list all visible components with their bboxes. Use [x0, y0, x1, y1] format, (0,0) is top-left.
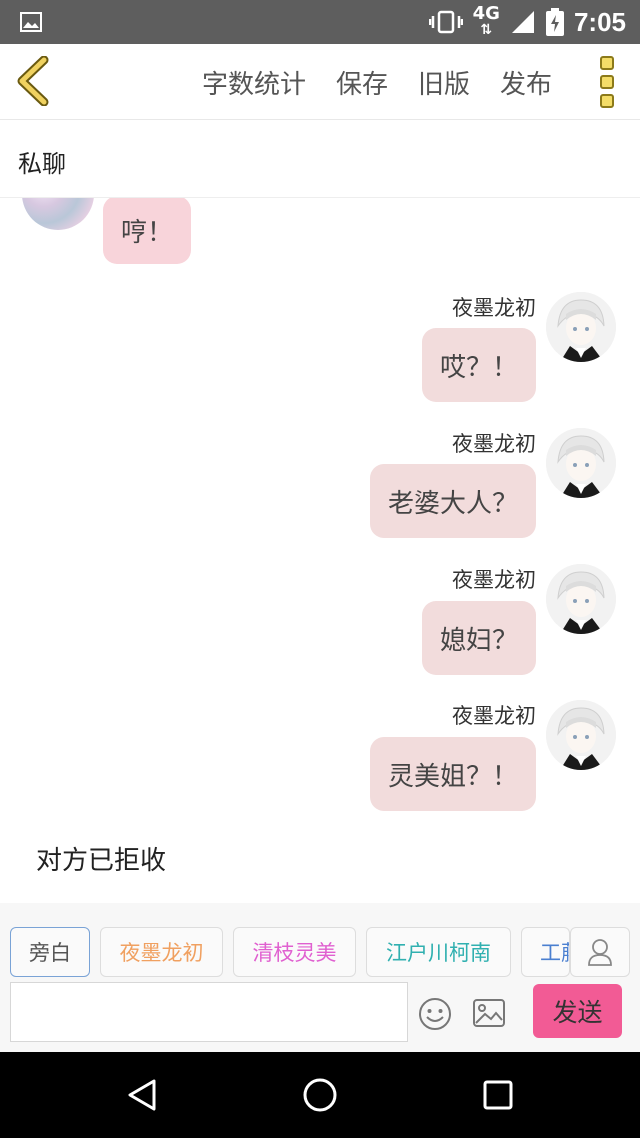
save-button[interactable]: 保存 — [336, 64, 388, 101]
message-text: 老婆大人？ — [387, 488, 518, 519]
sender-name: 夜墨龙初 — [452, 568, 536, 592]
network-type: 4G — [472, 3, 500, 24]
word-count-button[interactable]: 字数统计 — [202, 64, 306, 101]
role-label: 工藤 — [540, 941, 569, 965]
message-list[interactable]: 哼！ 夜墨龙初 哎？！ 夜墨龙初 老婆大人？ 夜墨龙初 媳妇？ 夜墨龙初 灵美姐… — [0, 198, 640, 903]
clock: 7:05 — [573, 6, 626, 37]
system-message: 对方已拒收 — [36, 846, 167, 876]
gallery-icon — [20, 12, 42, 32]
input-bar: 发送 — [0, 980, 640, 1052]
message-bubble[interactable]: 哎？！ — [421, 328, 536, 402]
message-bubble[interactable]: 灵美姐？！ — [369, 737, 536, 811]
image-icon[interactable] — [472, 998, 506, 1028]
message-text: 媳妇？ — [439, 625, 518, 656]
status-bar: 4G ⇅ 7:05 — [0, 0, 640, 44]
message-input[interactable] — [10, 982, 408, 1042]
role-label: 旁白 — [29, 941, 71, 965]
message-bubble[interactable]: 老婆大人？ — [369, 464, 536, 538]
back-triangle-icon[interactable] — [126, 1078, 158, 1112]
chevron-left-icon[interactable] — [14, 56, 54, 106]
role-chip[interactable]: 江户川柯南 — [366, 927, 511, 977]
role-chip[interactable]: 清枝灵美 — [233, 927, 356, 977]
signal-icon — [511, 11, 534, 33]
avatar[interactable] — [546, 292, 616, 362]
system-navigation-bar — [0, 1052, 640, 1138]
person-icon — [588, 939, 612, 966]
role-chip[interactable]: 夜墨龙初 — [100, 927, 223, 977]
emoji-icon[interactable] — [418, 997, 452, 1031]
avatar[interactable] — [546, 428, 616, 498]
message-bubble[interactable]: 媳妇？ — [421, 601, 536, 675]
home-circle-icon[interactable] — [302, 1077, 338, 1113]
role-label: 夜墨龙初 — [119, 941, 204, 965]
page-title: 私聊 — [18, 150, 66, 178]
message-text: 哼！ — [121, 217, 174, 248]
add-role-button[interactable] — [570, 927, 630, 977]
message-text: 灵美姐？！ — [387, 761, 518, 792]
role-label: 江户川柯南 — [386, 941, 491, 965]
publish-button[interactable]: 发布 — [500, 64, 552, 101]
send-label: 发送 — [552, 998, 603, 1027]
toolbar: 字数统计 保存 旧版 发布 — [0, 44, 640, 120]
role-selector: 旁白 夜墨龙初 清枝灵美 江户川柯南 工藤 — [0, 903, 640, 980]
role-chip[interactable]: 工藤 — [521, 927, 570, 977]
vibrate-icon — [428, 10, 463, 34]
sender-name: 夜墨龙初 — [452, 704, 536, 728]
avatar[interactable] — [22, 198, 94, 230]
sender-name: 夜墨龙初 — [452, 432, 536, 456]
message-text: 哎？！ — [439, 352, 518, 383]
menu-dots-icon[interactable] — [596, 56, 618, 108]
recents-square-icon[interactable] — [482, 1079, 514, 1111]
battery-charging-icon — [545, 8, 564, 36]
avatar[interactable] — [546, 700, 616, 770]
network-indicator: 4G ⇅ — [472, 3, 500, 39]
role-chip[interactable]: 旁白 — [10, 927, 90, 977]
chat-title-bar: 私聊 — [0, 120, 640, 198]
message-bubble[interactable]: 哼！ — [103, 198, 192, 264]
sender-name: 夜墨龙初 — [452, 296, 536, 320]
send-button[interactable]: 发送 — [533, 984, 622, 1038]
old-version-button[interactable]: 旧版 — [418, 64, 470, 101]
avatar[interactable] — [546, 564, 616, 634]
role-label: 清枝灵美 — [252, 941, 337, 965]
